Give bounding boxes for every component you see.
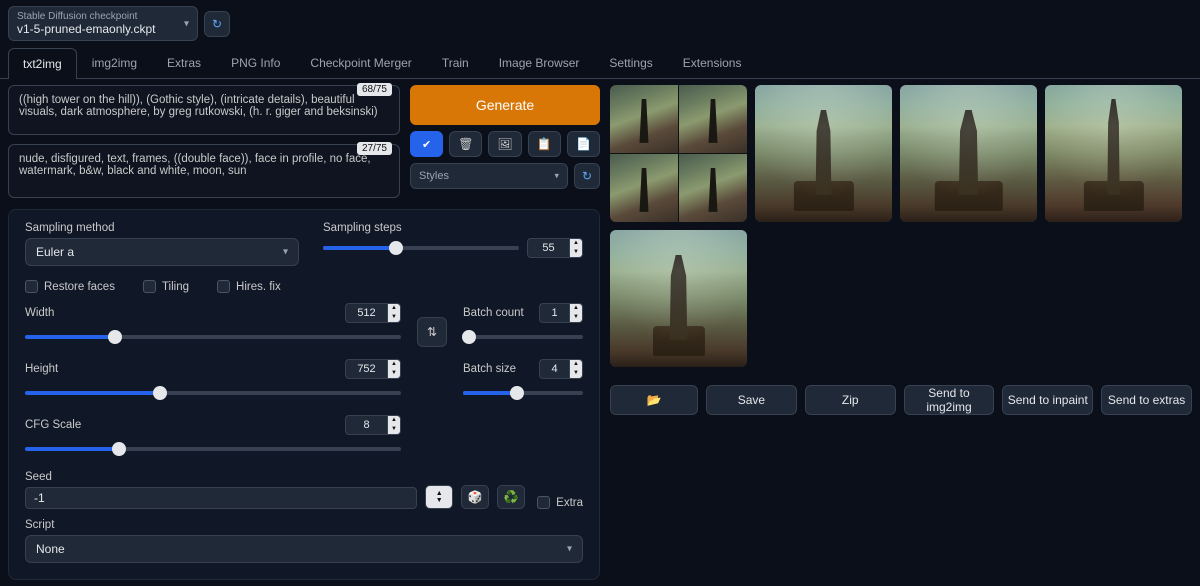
width-input[interactable]: ▲▼ <box>345 303 401 323</box>
open-folder-button[interactable]: 📂 <box>610 385 698 415</box>
reuse-seed-button[interactable]: ♻️ <box>497 485 525 509</box>
tab-txt2img[interactable]: txt2img <box>8 48 77 79</box>
checkpoint-label: Stable Diffusion checkpoint <box>17 11 173 22</box>
styles-label: Styles <box>419 170 449 182</box>
cfg-slider[interactable] <box>25 439 401 459</box>
paste-button[interactable]: 📋 <box>528 131 561 157</box>
sampling-method-select[interactable]: Euler a ▾ <box>25 238 299 266</box>
batch-count-slider[interactable] <box>463 327 583 347</box>
seed-input[interactable] <box>25 487 417 509</box>
seed-label: Seed <box>25 471 417 483</box>
height-input[interactable]: ▲▼ <box>345 359 401 379</box>
chevron-down-icon: ▾ <box>283 247 288 258</box>
batch-size-slider[interactable] <box>463 383 583 403</box>
batch-count-input[interactable]: ▲▼ <box>539 303 583 323</box>
gallery-image[interactable] <box>755 85 892 222</box>
seed-stepper[interactable]: ▲▼ <box>425 485 453 509</box>
folder-icon: 📂 <box>647 393 662 407</box>
negative-prompt-input[interactable] <box>8 144 400 198</box>
chevron-down-icon: ▾ <box>184 18 189 29</box>
tab-pnginfo[interactable]: PNG Info <box>216 47 295 78</box>
save-button[interactable]: Save <box>706 385 797 415</box>
paste-icon: 📋 <box>537 137 552 151</box>
styles-select[interactable]: Styles ▾ <box>410 163 568 189</box>
tab-img2img[interactable]: img2img <box>77 47 152 78</box>
send-img2img-button[interactable]: Send to img2img <box>904 385 995 415</box>
settings-panel: Sampling method Euler a ▾ Sampling steps… <box>8 209 600 580</box>
script-label: Script <box>25 519 583 531</box>
trash-icon: 🗑 <box>458 137 473 151</box>
chevron-down-icon: ▾ <box>567 544 572 555</box>
tab-train[interactable]: Train <box>427 47 484 78</box>
generate-button[interactable]: Generate <box>410 85 600 125</box>
tab-extras[interactable]: Extras <box>152 47 216 78</box>
checkpoint-select[interactable]: Stable Diffusion checkpoint v1-5-pruned-… <box>8 6 198 41</box>
main-tabs: txt2img img2img Extras PNG Info Checkpoi… <box>0 47 1200 79</box>
sampling-steps-label: Sampling steps <box>323 222 583 234</box>
pos-token-count: 68/75 <box>357 83 392 96</box>
width-label: Width <box>25 307 54 319</box>
interrogate-toggle[interactable]: ✔ <box>410 131 443 157</box>
apply-style-button[interactable]: ↻ <box>574 163 600 189</box>
hires-fix-checkbox[interactable]: Hires. fix <box>217 280 281 293</box>
extra-seed-checkbox[interactable]: Extra <box>537 496 583 509</box>
checkpoint-value: v1-5-pruned-emaonly.ckpt <box>17 22 173 36</box>
tab-checkpoint-merger[interactable]: Checkpoint Merger <box>295 47 426 78</box>
prompt-input[interactable] <box>8 85 400 135</box>
tab-image-browser[interactable]: Image Browser <box>484 47 595 78</box>
sampling-steps-slider[interactable] <box>323 238 519 258</box>
clear-prompt-button[interactable]: 🗑 <box>449 131 482 157</box>
batch-size-input[interactable]: ▲▼ <box>539 359 583 379</box>
gallery-grid-thumbnail[interactable] <box>610 85 747 222</box>
batch-count-label: Batch count <box>463 307 524 319</box>
zip-button[interactable]: Zip <box>805 385 896 415</box>
tiling-checkbox[interactable]: Tiling <box>143 280 189 293</box>
refresh-checkpoint-button[interactable]: ↻ <box>204 11 230 37</box>
output-gallery <box>610 85 1192 367</box>
read-icon: 📄 <box>576 137 591 151</box>
cfg-label: CFG Scale <box>25 419 81 431</box>
tab-settings[interactable]: Settings <box>594 47 667 78</box>
send-extras-button[interactable]: Send to extras <box>1101 385 1192 415</box>
show-extra-button[interactable]: 🖼 <box>488 131 521 157</box>
batch-size-label: Batch size <box>463 363 516 375</box>
gallery-image[interactable] <box>610 230 747 367</box>
gallery-image[interactable] <box>900 85 1037 222</box>
width-slider[interactable] <box>25 327 401 347</box>
read-gen-button[interactable]: 📄 <box>567 131 600 157</box>
random-seed-button[interactable]: 🎲 <box>461 485 489 509</box>
send-inpaint-button[interactable]: Send to inpaint <box>1002 385 1093 415</box>
sampling-method-label: Sampling method <box>25 222 299 234</box>
neg-token-count: 27/75 <box>357 142 392 155</box>
script-select[interactable]: None ▾ <box>25 535 583 563</box>
height-label: Height <box>25 363 58 375</box>
chevron-down-icon: ▾ <box>554 171 559 182</box>
image-icon: 🖼 <box>497 137 512 151</box>
cfg-input[interactable]: ▲▼ <box>345 415 401 435</box>
swap-dims-button[interactable]: ⇅ <box>417 317 447 347</box>
height-slider[interactable] <box>25 383 401 403</box>
sampling-steps-input[interactable]: ▲▼ <box>527 238 583 258</box>
restore-faces-checkbox[interactable]: Restore faces <box>25 280 115 293</box>
gallery-image[interactable] <box>1045 85 1182 222</box>
tab-extensions[interactable]: Extensions <box>668 47 757 78</box>
